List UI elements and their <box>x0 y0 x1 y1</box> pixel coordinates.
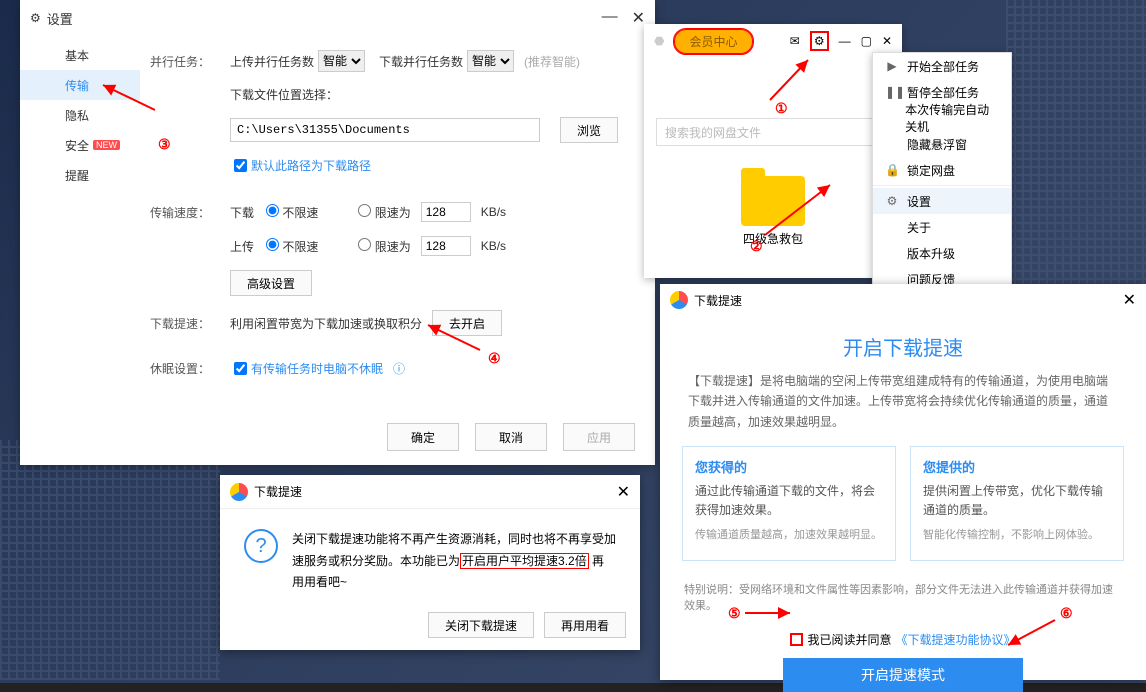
card-you-get: 您获得的通过此传输通道下载的文件，将会获得加速效果。传输通道质量越高，加速效果越… <box>682 446 896 561</box>
menu-upgrade[interactable]: 版本升级 <box>873 240 1011 266</box>
app-logo-icon <box>230 483 248 501</box>
context-menu: ▶开始全部任务 ❚❚暂停全部任务 本次传输完自动关机 隐藏悬浮窗 🔒锁定网盘 ⚙… <box>872 52 1012 319</box>
agreement-link[interactable]: 《下载提速功能协议》 <box>896 631 1016 648</box>
default-path-checkbox[interactable] <box>234 159 247 172</box>
lock-icon: 🔒 <box>885 163 899 177</box>
pause-icon: ❚❚ <box>885 85 899 99</box>
download-limit-input[interactable] <box>421 202 471 222</box>
settings-gear-icon[interactable]: ⚙ <box>810 31 829 51</box>
path-label: 下载文件位置选择： <box>230 86 338 103</box>
vip-center-button[interactable]: 会员中心 <box>674 29 752 54</box>
apply-button[interactable]: 应用 <box>563 423 635 451</box>
settings-window: ⚙ 设置 — ✕ 基本 传输 隐私 安全NEW 提醒 并行任务： 上传并行任务数… <box>20 0 655 465</box>
parallel-label: 并行任务： <box>150 53 230 70</box>
minimize-icon[interactable]: — <box>839 34 851 48</box>
menu-lock[interactable]: 🔒锁定网盘 <box>873 157 1011 183</box>
shield-icon: ⬣ <box>654 34 664 48</box>
ok-button[interactable]: 确定 <box>387 423 459 451</box>
settings-titlebar: ⚙ 设置 — ✕ <box>20 0 655 36</box>
mail-icon[interactable]: ✉ <box>790 34 800 48</box>
folder-icon[interactable] <box>741 176 805 226</box>
menu-settings[interactable]: ⚙设置 <box>873 188 1011 214</box>
close-icon[interactable]: ✕ <box>1123 290 1136 310</box>
cancel-button[interactable]: 取消 <box>475 423 547 451</box>
boost-info-dialog: 下载提速 ✕ 开启下载提速 【下载提速】是将电脑端的空闲上传带宽组建成特有的传输… <box>660 284 1146 680</box>
confirm-dialog: 下载提速 ✕ ? 关闭下载提速功能将不再产生资源消耗，同时也将不再享受加速服务或… <box>220 475 640 650</box>
help-icon[interactable]: ⓘ <box>393 360 405 377</box>
minimize-icon[interactable]: — <box>602 8 618 28</box>
gear-icon: ⚙ <box>30 11 41 25</box>
search-input[interactable]: 搜索我的网盘文件 <box>656 118 890 146</box>
keep-using-button[interactable]: 再用用看 <box>544 612 626 638</box>
menu-start-all[interactable]: ▶开始全部任务 <box>873 53 1011 79</box>
sidebar-item-remind[interactable]: 提醒 <box>20 160 140 190</box>
card-you-provide: 您提供的提供闲置上传带宽，优化下载传输通道的质量。智能化传输控制，不影响上网体验… <box>910 446 1124 561</box>
sidebar-item-privacy[interactable]: 隐私 <box>20 100 140 130</box>
dialog-title: 下载提速 <box>694 292 742 309</box>
menu-auto-shutdown[interactable]: 本次传输完自动关机 <box>873 105 1011 131</box>
upload-limit-radio[interactable] <box>358 238 371 251</box>
sidebar-item-transfer[interactable]: 传输 <box>20 70 140 100</box>
download-limit-radio[interactable] <box>358 204 371 217</box>
sleep-label: 休眠设置： <box>150 360 230 377</box>
close-icon[interactable]: ✕ <box>632 8 645 28</box>
settings-title: 设置 <box>47 9 73 28</box>
sidebar-item-security[interactable]: 安全NEW <box>20 130 140 160</box>
boost-note: 特别说明：受网络环境和文件属性等因素影响，部分文件无法进入此传输通道并获得加速效… <box>660 575 1146 619</box>
boost-heading: 开启下载提速 <box>660 332 1146 361</box>
download-path-input[interactable] <box>230 118 540 142</box>
play-icon: ▶ <box>885 59 899 73</box>
folder-label: 四级急救包 <box>644 230 902 247</box>
speed-label: 传输速度： <box>150 204 230 221</box>
close-boost-button[interactable]: 关闭下载提速 <box>428 612 534 638</box>
app-logo-icon <box>670 291 688 309</box>
close-icon[interactable]: ✕ <box>882 34 892 48</box>
upload-limit-input[interactable] <box>421 236 471 256</box>
maximize-icon[interactable]: ▢ <box>861 34 872 48</box>
agree-checkbox[interactable] <box>790 633 803 646</box>
question-icon: ? <box>244 529 278 563</box>
sidebar-item-basic[interactable]: 基本 <box>20 40 140 70</box>
enable-boost-mode-button[interactable]: 开启提速模式 <box>783 658 1023 692</box>
download-nolimit-radio[interactable] <box>266 204 279 217</box>
dialog-text: 关闭下载提速功能将不再产生资源消耗，同时也将不再享受加速服务或积分奖励。本功能已… <box>292 529 616 594</box>
menu-about[interactable]: 关于 <box>873 214 1011 240</box>
close-icon[interactable]: ✕ <box>617 482 630 502</box>
browse-button[interactable]: 浏览 <box>560 117 618 143</box>
no-sleep-checkbox[interactable] <box>234 362 247 375</box>
download-parallel-select[interactable]: 智能 <box>467 50 514 72</box>
new-badge: NEW <box>93 140 120 150</box>
settings-content: 并行任务： 上传并行任务数 智能 下载并行任务数 智能 (推荐智能) 下载文件位… <box>150 50 635 415</box>
advanced-settings-button[interactable]: 高级设置 <box>230 270 312 296</box>
boost-label: 下载提速： <box>150 315 230 332</box>
enable-boost-button[interactable]: 去开启 <box>432 310 502 336</box>
dialog-title: 下载提速 <box>254 483 302 500</box>
main-window: ⬣ 会员中心 ✉ ⚙ — ▢ ✕ 搜索我的网盘文件 四级急救包 <box>644 24 902 278</box>
gear-icon: ⚙ <box>885 194 899 208</box>
settings-sidebar: 基本 传输 隐私 安全NEW 提醒 <box>20 40 140 190</box>
boost-description: 【下载提速】是将电脑端的空闲上传带宽组建成特有的传输通道，为使用电脑端下载并进入… <box>660 371 1146 432</box>
upload-parallel-select[interactable]: 智能 <box>318 50 365 72</box>
upload-nolimit-radio[interactable] <box>266 238 279 251</box>
